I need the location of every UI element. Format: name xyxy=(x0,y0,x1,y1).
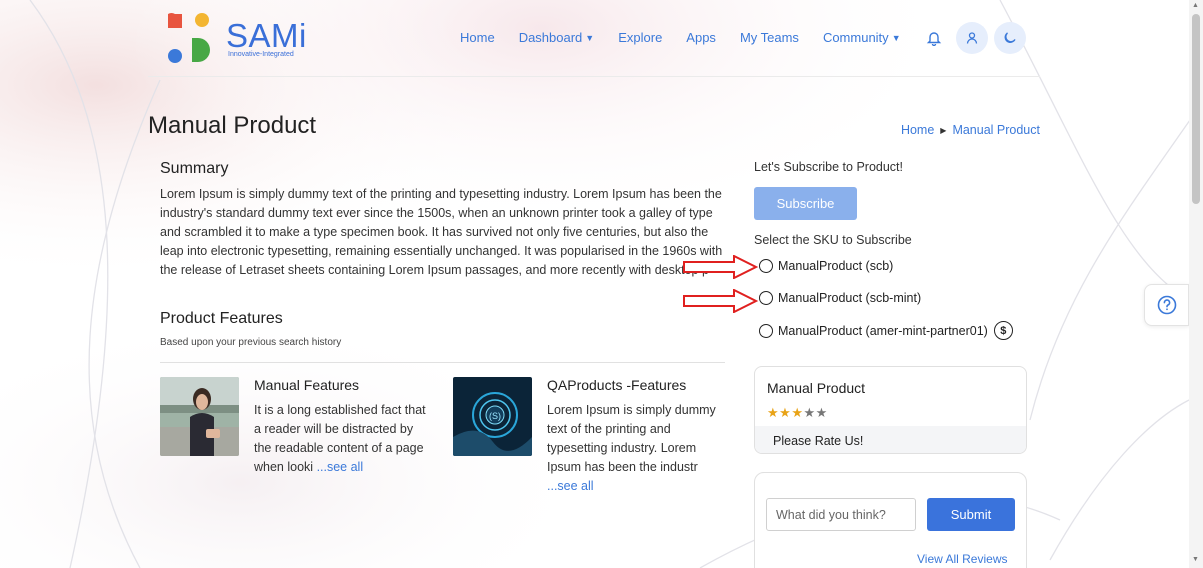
radio-button[interactable] xyxy=(759,259,773,273)
breadcrumb-current[interactable]: Manual Product xyxy=(952,123,1040,137)
dollar-icon: $ xyxy=(993,321,1013,340)
logo-mark-icon xyxy=(168,13,210,63)
summary-text: Lorem Ipsum is simply dummy text of the … xyxy=(160,187,723,277)
user-icon[interactable] xyxy=(956,22,988,54)
scrollbar-thumb[interactable] xyxy=(1192,14,1200,204)
review-input[interactable] xyxy=(766,498,916,531)
rating-title: Manual Product xyxy=(767,380,866,396)
scroll-up-icon[interactable]: ▲ xyxy=(1192,2,1199,9)
star-icon[interactable]: ★ xyxy=(816,405,828,420)
sku-option[interactable]: ManualProduct (scb) xyxy=(759,259,893,273)
nav-community[interactable]: Community ▼ xyxy=(823,30,901,45)
brand-tagline: Innovative-Integrated xyxy=(228,51,294,58)
submit-button[interactable]: Submit xyxy=(927,498,1015,531)
breadcrumb: Home ▶ Manual Product xyxy=(901,123,1040,137)
rating-prompt: Please Rate Us! xyxy=(773,434,864,448)
breadcrumb-home[interactable]: Home xyxy=(901,123,934,137)
features-subtitle: Based upon your previous search history xyxy=(160,337,342,348)
nav-dashboard[interactable]: Dashboard ▼ xyxy=(519,30,595,45)
see-all-link[interactable]: ...see all xyxy=(317,460,364,474)
feature-image[interactable] xyxy=(160,377,239,456)
sku-label: ManualProduct (amer-mint-partner01) xyxy=(778,323,988,338)
help-button[interactable] xyxy=(1144,284,1189,326)
bell-icon[interactable] xyxy=(918,22,950,54)
star-icon[interactable]: ★ xyxy=(791,405,803,420)
brand-logo[interactable]: SAMi Innovative-Integrated xyxy=(166,12,316,68)
summary-heading: Summary xyxy=(160,160,229,177)
features-heading: Product Features xyxy=(160,310,283,327)
feature-image[interactable]: (S) xyxy=(453,377,532,456)
chevron-down-icon: ▼ xyxy=(891,32,901,43)
main-nav: Home Dashboard ▼ Explore Apps My Teams Co… xyxy=(460,30,901,45)
rating-card: Manual Product ★★★★★ Please Rate Us! xyxy=(754,366,1027,454)
question-icon xyxy=(1157,295,1176,315)
red-arrow-icon xyxy=(683,289,758,313)
feature-title[interactable]: Manual Features xyxy=(254,377,359,393)
page-title: Manual Product xyxy=(148,112,317,139)
see-all-link[interactable]: ...see all xyxy=(547,479,594,493)
page: SAMi Innovative-Integrated Home Dashboar… xyxy=(0,0,1203,568)
sku-option[interactable]: ManualProduct (amer-mint-partner01) $ xyxy=(759,321,1013,340)
subscribe-button[interactable]: Subscribe xyxy=(754,187,857,220)
header-icons xyxy=(918,22,1026,54)
feature-description: Lorem Ipsum is simply dummy text of the … xyxy=(547,403,716,493)
star-icon[interactable]: ★ xyxy=(779,405,791,420)
sku-label: ManualProduct (scb) xyxy=(778,259,894,273)
nav-apps[interactable]: Apps xyxy=(686,30,716,45)
star-rating[interactable]: ★★★★★ xyxy=(767,405,828,421)
sku-label: ManualProduct (scb-mint) xyxy=(778,291,922,305)
radio-button[interactable] xyxy=(759,291,773,305)
view-all-reviews-link[interactable]: View All Reviews xyxy=(917,552,1007,566)
scroll-down-icon[interactable]: ▼ xyxy=(1192,556,1199,563)
caret-right-icon: ▶ xyxy=(940,125,947,135)
moon-icon[interactable] xyxy=(994,22,1026,54)
feature-description: It is a long established fact that a rea… xyxy=(254,403,426,474)
sku-option[interactable]: ManualProduct (scb-mint) xyxy=(759,291,921,305)
feature-title[interactable]: QAProducts -Features xyxy=(547,377,686,393)
nav-my-teams[interactable]: My Teams xyxy=(740,30,799,45)
nav-explore[interactable]: Explore xyxy=(618,30,662,45)
chevron-down-icon: ▼ xyxy=(585,32,595,43)
nav-home[interactable]: Home xyxy=(460,30,495,45)
svg-text:(S): (S) xyxy=(489,411,501,421)
red-arrow-icon xyxy=(683,255,758,279)
sku-prompt: Select the SKU to Subscribe xyxy=(754,233,912,247)
features-divider xyxy=(160,362,725,363)
subscribe-prompt: Let's Subscribe to Product! xyxy=(754,160,903,174)
header-divider xyxy=(148,76,1040,77)
brand-name: SAMi xyxy=(226,17,307,54)
vertical-scrollbar[interactable]: ▲ ▼ xyxy=(1189,0,1203,568)
star-icon[interactable]: ★ xyxy=(767,405,779,420)
radio-button[interactable] xyxy=(759,323,773,338)
star-icon[interactable]: ★ xyxy=(803,405,815,420)
